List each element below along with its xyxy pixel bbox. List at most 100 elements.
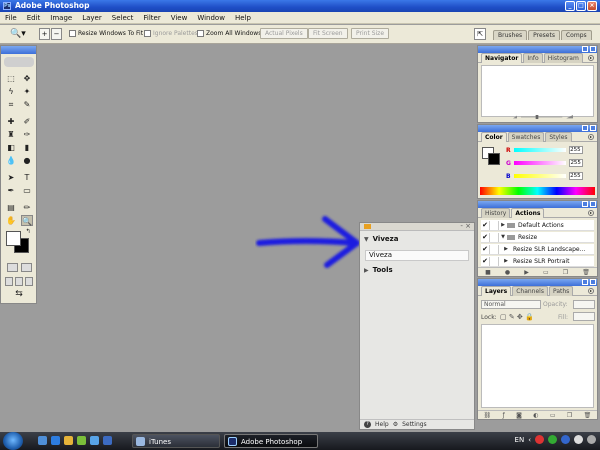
lock-icons[interactable]: ▢ ✎ ✥ 🔒 — [500, 313, 534, 321]
tab-histogram[interactable]: Histogram — [543, 53, 583, 63]
adjustment-layer-icon[interactable]: ◐ — [533, 412, 538, 419]
magic-wand-tool-icon[interactable]: ✦ — [21, 86, 33, 97]
record-icon[interactable]: ● — [505, 269, 510, 276]
clone-stamp-tool-icon[interactable]: ♜ — [5, 129, 17, 140]
palette-menu-icon[interactable]: ▸ — [588, 210, 594, 216]
zoom-tool-icon[interactable]: 🔍 — [21, 215, 33, 226]
action-resize-portrait[interactable]: ✔ ▶ Resize SLR Portrait — [481, 256, 594, 267]
palette-minimize-icon[interactable] — [582, 46, 588, 52]
maximize-button[interactable]: □ — [576, 1, 586, 11]
menu-select[interactable]: Select — [111, 14, 135, 22]
opacity-field[interactable] — [573, 300, 595, 309]
palette-menu-icon[interactable]: ▸ — [588, 134, 594, 140]
tab-channels[interactable]: Channels — [512, 286, 548, 296]
pen-tool-icon[interactable]: ✒ — [5, 185, 17, 196]
settings-icon[interactable]: ⚙ — [393, 421, 398, 428]
tab-color[interactable]: Color — [481, 132, 507, 142]
palette-minimize-icon[interactable] — [582, 279, 588, 285]
fill-field[interactable] — [573, 312, 595, 321]
trash-icon[interactable]: 🗑 — [584, 412, 592, 419]
path-selection-tool-icon[interactable]: ➤ — [5, 172, 17, 183]
tab-comps[interactable]: Comps — [560, 30, 592, 40]
layers-list[interactable] — [481, 324, 594, 408]
menu-edit[interactable]: Edit — [26, 14, 42, 22]
tab-navigator[interactable]: Navigator — [481, 53, 523, 63]
ie-icon[interactable] — [51, 436, 60, 445]
photoshop-feather-logo[interactable] — [4, 57, 34, 67]
zoom-all-windows-checkbox[interactable]: Zoom All Windows — [197, 30, 261, 37]
expand-down-icon[interactable]: ▼ — [499, 234, 507, 240]
viveza-section-header[interactable]: ▼ Viveza — [364, 235, 398, 243]
tab-info[interactable]: Info — [523, 53, 543, 63]
foreground-color-swatch[interactable] — [6, 231, 21, 246]
menu-file[interactable]: File — [4, 14, 18, 22]
palette-menu-icon[interactable]: ▸ — [588, 55, 594, 61]
new-set-icon[interactable]: ▭ — [543, 269, 549, 276]
blue-slider[interactable] — [513, 174, 566, 178]
tab-paths[interactable]: Paths — [548, 286, 574, 296]
tab-layers[interactable]: Layers — [481, 286, 512, 296]
minimize-button[interactable]: _ — [565, 1, 575, 11]
history-brush-tool-icon[interactable]: ✑ — [21, 129, 33, 140]
menu-help[interactable]: Help — [234, 14, 252, 22]
viveza-titlebar[interactable]: - × — [360, 222, 474, 231]
screen-mode-full-icon[interactable] — [25, 277, 33, 286]
action-set-default[interactable]: ✔ ▶ Default Actions — [481, 220, 594, 231]
notes-tool-icon[interactable]: ▤ — [5, 202, 17, 213]
red-value-field[interactable]: 255 — [568, 146, 583, 154]
palette-close-icon[interactable] — [590, 125, 596, 131]
shape-tool-icon[interactable]: ▭ — [21, 185, 33, 196]
tools-section-header[interactable]: ▶ Tools — [364, 266, 393, 274]
expand-right-icon[interactable]: ▶ — [499, 222, 507, 228]
help-icon[interactable]: ? — [364, 421, 371, 428]
tab-brushes[interactable]: Brushes — [493, 30, 528, 40]
tab-presets[interactable]: Presets — [528, 30, 560, 40]
layer-style-icon[interactable]: ƒ — [503, 412, 505, 419]
tab-actions[interactable]: Actions — [511, 208, 545, 218]
file-browser-icon[interactable]: ⇱ — [474, 28, 486, 40]
jump-to-imageready-icon[interactable]: ⇆ — [6, 289, 32, 300]
taskbar-item-itunes[interactable]: iTunes — [132, 434, 220, 448]
tray-network-icon[interactable] — [548, 435, 557, 444]
dodge-tool-icon[interactable]: ● — [21, 155, 33, 166]
standard-mode-icon[interactable] — [7, 263, 18, 272]
close-button[interactable]: × — [587, 1, 597, 11]
screen-mode-standard-icon[interactable] — [5, 277, 13, 286]
menu-filter[interactable]: Filter — [142, 14, 161, 22]
new-action-icon[interactable]: ❐ — [563, 269, 568, 276]
language-indicator[interactable]: EN — [515, 436, 525, 444]
gradient-tool-icon[interactable]: ▮ — [21, 142, 33, 153]
crop-tool-icon[interactable]: ⌗ — [5, 99, 17, 110]
tab-styles[interactable]: Styles — [545, 132, 572, 142]
palette-menu-icon[interactable]: ▸ — [588, 288, 594, 294]
viveza-close-icon[interactable]: - × — [460, 222, 471, 230]
quick-launch-icon[interactable] — [103, 436, 112, 445]
stop-icon[interactable]: ■ — [485, 269, 491, 276]
menu-window[interactable]: Window — [196, 14, 226, 22]
resize-windows-checkbox[interactable]: Resize Windows To Fit — [69, 30, 143, 37]
chevron-left-icon[interactable]: ‹ — [528, 436, 531, 444]
menu-layer[interactable]: Layer — [81, 14, 103, 22]
zoom-in-icon[interactable]: + — [39, 28, 50, 40]
tray-clock-icon[interactable] — [587, 435, 596, 444]
actual-pixels-button[interactable]: Actual Pixels — [260, 28, 308, 39]
settings-link[interactable]: Settings — [402, 421, 427, 428]
quick-mask-mode-icon[interactable] — [21, 263, 32, 272]
green-value-field[interactable]: 255 — [568, 159, 583, 167]
explorer-icon[interactable] — [64, 436, 73, 445]
brush-tool-icon[interactable]: ✐ — [21, 116, 33, 127]
expand-right-icon[interactable]: ▶ — [499, 258, 513, 264]
tray-bluetooth-icon[interactable] — [561, 435, 570, 444]
trash-icon[interactable]: 🗑 — [582, 269, 590, 276]
menu-image[interactable]: Image — [49, 14, 73, 22]
marquee-tool-icon[interactable]: ⬚ — [5, 73, 17, 84]
zoom-out-icon[interactable]: − — [51, 28, 62, 40]
navigator-zoom-slider[interactable] — [498, 115, 588, 119]
move-tool-icon[interactable]: ✥ — [21, 73, 33, 84]
color-spectrum-bar[interactable] — [480, 187, 595, 195]
fit-screen-button[interactable]: Fit Screen — [308, 28, 348, 39]
action-set-resize[interactable]: ✔ ▼ Resize — [481, 232, 594, 243]
menu-view[interactable]: View — [170, 14, 189, 22]
color-background-swatch[interactable] — [488, 153, 500, 165]
lasso-tool-icon[interactable]: ϟ — [5, 86, 17, 97]
